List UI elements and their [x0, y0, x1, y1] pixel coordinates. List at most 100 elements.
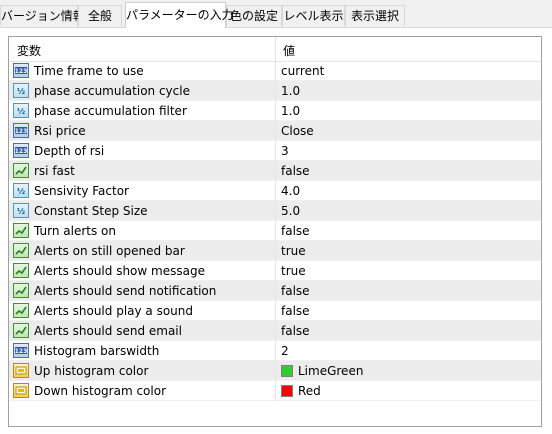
parameter-value[interactable]: false: [281, 324, 310, 338]
parameter-value[interactable]: 1.0: [281, 104, 300, 118]
tab-bar: バージョン情報 全般 パラメーターの入力 色の設定 レベル表示 表示選択: [0, 0, 552, 28]
color-icon: [13, 363, 29, 378]
svg-text:123: 123: [15, 128, 28, 135]
parameter-value[interactable]: false: [281, 164, 310, 178]
parameter-name: rsi fast: [34, 164, 75, 178]
parameter-name: phase accumulation cycle: [34, 84, 190, 98]
column-separator: [275, 121, 276, 141]
column-separator: [275, 241, 276, 261]
table-row[interactable]: 123 Histogram barswidth 2: [9, 341, 541, 361]
parameter-value[interactable]: false: [281, 224, 310, 238]
parameter-value[interactable]: 5.0: [281, 204, 300, 218]
parameter-value[interactable]: 2: [281, 344, 289, 358]
svg-text:½: ½: [17, 86, 25, 96]
table-row[interactable]: rsi fast false: [9, 161, 541, 181]
svg-text:123: 123: [15, 148, 28, 155]
parameters-panel: 変数 値 123 Time frame to use current ½ phase a…: [0, 27, 552, 434]
table-row[interactable]: Alerts should send notification false: [9, 281, 541, 301]
double-icon: ½: [13, 183, 29, 198]
parameter-value[interactable]: true: [281, 264, 306, 278]
parameter-value[interactable]: Close: [281, 124, 314, 138]
table-row[interactable]: ½ phase accumulation cycle 1.0: [9, 81, 541, 101]
parameter-name: Alerts should send notification: [34, 284, 217, 298]
column-separator: [275, 61, 276, 81]
table-row[interactable]: ½ Constant Step Size 5.0: [9, 201, 541, 221]
int-icon: 123: [13, 123, 29, 138]
tab-version-info[interactable]: バージョン情報: [0, 5, 85, 26]
parameter-name: Alerts should send email: [34, 324, 182, 338]
parameter-name: phase accumulation filter: [34, 104, 187, 118]
double-icon: ½: [13, 203, 29, 218]
svg-text:½: ½: [17, 106, 25, 116]
table-row[interactable]: Up histogram color LimeGreen: [9, 361, 541, 381]
parameter-value[interactable]: current: [281, 64, 324, 78]
parameter-value[interactable]: 4.0: [281, 184, 300, 198]
bool-icon: [13, 323, 29, 338]
tab-colors[interactable]: 色の設定: [226, 5, 282, 26]
tab-parameters[interactable]: パラメーターの入力: [125, 2, 234, 28]
column-separator: [275, 161, 276, 181]
parameter-value[interactable]: Red: [298, 384, 321, 398]
header-variable[interactable]: 変数: [17, 42, 41, 59]
column-separator: [275, 321, 276, 341]
table-row[interactable]: Alerts should send email false: [9, 321, 541, 341]
double-icon: ½: [13, 83, 29, 98]
table-row[interactable]: Alerts should play a sound false: [9, 301, 541, 321]
parameter-value[interactable]: false: [281, 284, 310, 298]
table-row[interactable]: 123 Depth of rsi 3: [9, 141, 541, 161]
tab-general[interactable]: 全般: [78, 5, 122, 26]
parameter-value[interactable]: false: [281, 304, 310, 318]
parameter-value[interactable]: 1.0: [281, 84, 300, 98]
parameters-grid: 変数 値 123 Time frame to use current ½ phase a…: [8, 36, 542, 427]
column-separator: [275, 281, 276, 301]
int-icon: 123: [13, 63, 29, 78]
header-separator: [275, 37, 276, 61]
parameter-name: Sensivity Factor: [34, 184, 129, 198]
bool-icon: [13, 263, 29, 278]
parameter-name: Histogram barswidth: [34, 344, 160, 358]
bool-icon: [13, 163, 29, 178]
parameter-name: Constant Step Size: [34, 204, 148, 218]
tab-levels[interactable]: レベル表示: [282, 5, 345, 26]
column-separator: [275, 81, 276, 101]
svg-text:123: 123: [15, 348, 28, 355]
column-separator: [275, 221, 276, 241]
table-row[interactable]: 123 Time frame to use current: [9, 61, 541, 81]
table-row[interactable]: Alerts should show message true: [9, 261, 541, 281]
bool-icon: [13, 303, 29, 318]
column-separator: [275, 381, 276, 401]
parameter-value[interactable]: true: [281, 244, 306, 258]
column-separator: [275, 101, 276, 121]
svg-text:123: 123: [15, 68, 28, 75]
parameter-value[interactable]: 3: [281, 144, 289, 158]
grid-header: 変数 値: [9, 37, 541, 62]
table-row[interactable]: ½ phase accumulation filter 1.0: [9, 101, 541, 121]
svg-text:½: ½: [17, 186, 25, 196]
parameter-value[interactable]: LimeGreen: [298, 364, 363, 378]
parameter-name: Alerts should play a sound: [34, 304, 194, 318]
color-swatch[interactable]: [281, 365, 293, 377]
column-separator: [275, 361, 276, 381]
int-icon: 123: [13, 343, 29, 358]
parameter-name: Alerts should show message: [34, 264, 205, 278]
column-separator: [275, 201, 276, 221]
column-separator: [275, 261, 276, 281]
table-row[interactable]: 123 Rsi price Close: [9, 121, 541, 141]
parameter-name: Alerts on still opened bar: [34, 244, 185, 258]
column-separator: [275, 181, 276, 201]
table-row[interactable]: ½ Sensivity Factor 4.0: [9, 181, 541, 201]
color-swatch[interactable]: [281, 385, 293, 397]
tab-visualization[interactable]: 表示選択: [345, 5, 405, 26]
double-icon: ½: [13, 103, 29, 118]
column-separator: [275, 301, 276, 321]
parameter-name: Rsi price: [34, 124, 86, 138]
int-icon: 123: [13, 143, 29, 158]
bool-icon: [13, 243, 29, 258]
parameter-name: Down histogram color: [34, 384, 167, 398]
parameter-name: Depth of rsi: [34, 144, 105, 158]
header-value[interactable]: 値: [283, 42, 295, 59]
table-row[interactable]: Turn alerts on false: [9, 221, 541, 241]
parameter-name: Time frame to use: [34, 64, 144, 78]
table-row[interactable]: Down histogram color Red: [9, 381, 541, 401]
table-row[interactable]: Alerts on still opened bar true: [9, 241, 541, 261]
